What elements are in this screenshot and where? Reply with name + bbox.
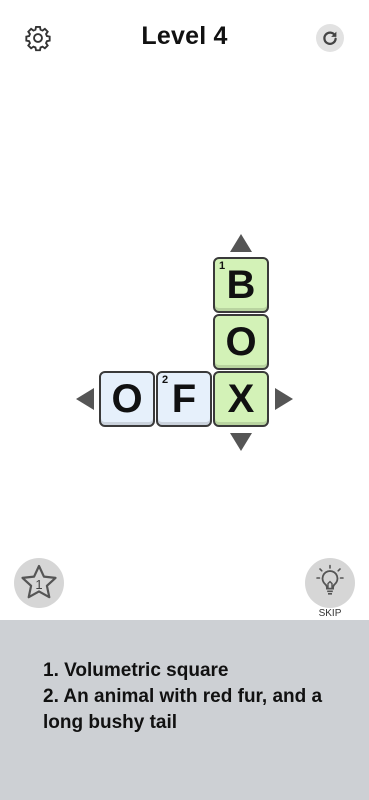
tile-letter: O (111, 376, 143, 421)
move-left-arrow[interactable] (76, 388, 94, 410)
letter-tile[interactable]: X (213, 371, 269, 427)
skip-label: SKIP (318, 608, 342, 619)
tile-letter: O (225, 319, 257, 364)
letter-tile[interactable]: O (99, 371, 155, 427)
clue-item: 1. Volumetric square (43, 660, 229, 681)
star-count: 1 (35, 577, 42, 592)
tile-letter: F (171, 376, 197, 421)
skip-button[interactable]: SKIP (305, 558, 355, 619)
clue-item: 2. An animal with red fur, and a long bu… (43, 686, 323, 733)
clue-number: 1 (219, 260, 226, 272)
move-right-arrow[interactable] (275, 388, 293, 410)
letter-tile[interactable]: 2 F (156, 371, 212, 427)
star-button[interactable]: 1 (14, 558, 64, 608)
lightbulb-icon (316, 564, 344, 595)
puzzle-board: 1 B O O 2 F X (0, 0, 369, 620)
letter-tile[interactable]: O (213, 314, 269, 370)
letter-tile[interactable]: 1 B (213, 257, 269, 313)
tile-letter: B (226, 262, 256, 307)
tile-letter: X (227, 376, 255, 421)
move-down-arrow[interactable] (230, 433, 252, 451)
move-up-arrow[interactable] (230, 234, 252, 252)
star-icon: 1 (21, 564, 57, 599)
clue-panel: 1. Volumetric square 2. An animal with r… (0, 620, 369, 800)
clue-number: 2 (162, 374, 169, 386)
